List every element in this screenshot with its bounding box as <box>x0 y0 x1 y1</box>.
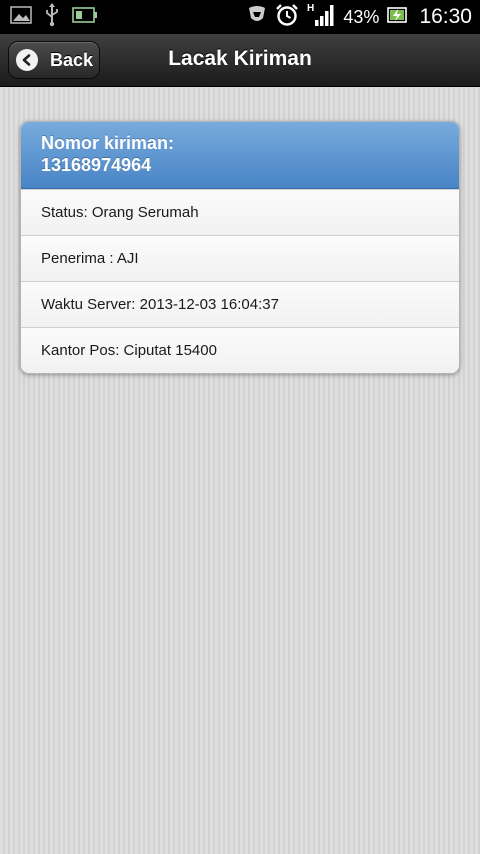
battery-outline-icon <box>72 6 98 28</box>
app-header: Back Lacak Kiriman <box>0 34 480 87</box>
back-button-label: Back <box>50 49 94 70</box>
status-bar-left <box>10 0 98 34</box>
status-row: Status: Orang Serumah <box>21 189 459 235</box>
server-time-row: Waktu Server: 2013-12-03 16:04:37 <box>21 281 459 327</box>
recipient-row: Penerima : AJI <box>21 235 459 281</box>
tracking-number-label: Nomor kiriman: <box>41 133 175 153</box>
battery-charging-icon <box>387 6 408 29</box>
clock-time: 16:30 <box>419 5 472 28</box>
battery-percent: 43% <box>343 6 380 27</box>
tracking-card-header: Nomor kiriman: 13168974964 <box>21 122 459 189</box>
back-button[interactable]: Back <box>8 41 100 79</box>
status-bar-right: H 43% 16:30 <box>247 0 472 34</box>
shield-icon <box>247 5 267 30</box>
network-type-label: H <box>307 3 314 14</box>
usb-icon <box>44 2 60 32</box>
chevron-left-icon <box>16 49 38 71</box>
signal-icon: H <box>307 2 335 33</box>
status-bar: H 43% 16:30 <box>0 0 480 34</box>
alarm-clock-icon <box>275 3 299 32</box>
tracking-card: Nomor kiriman: 13168974964 Status: Orang… <box>20 121 460 374</box>
post-office-row: Kantor Pos: Ciputat 15400 <box>21 327 459 373</box>
image-icon <box>10 5 32 30</box>
tracking-number: 13168974964 <box>41 155 152 175</box>
